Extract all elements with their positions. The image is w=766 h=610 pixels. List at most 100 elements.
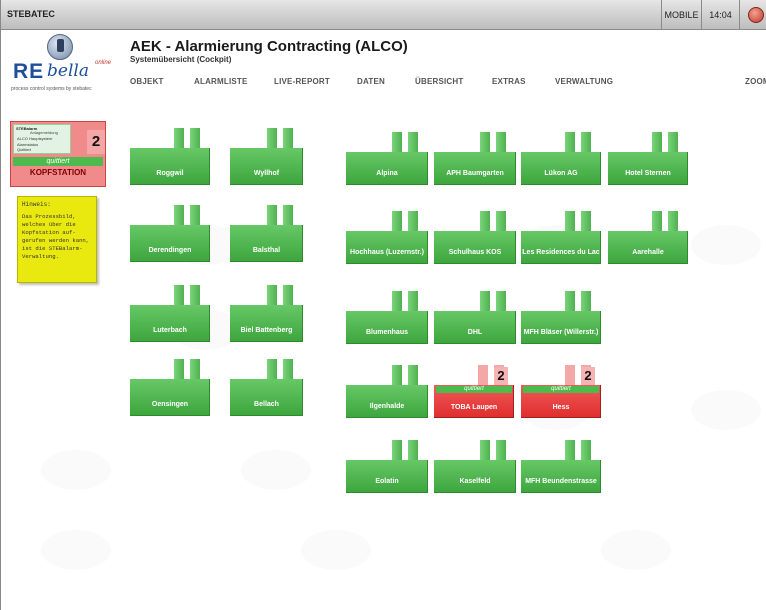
kopf-line3: Quittiert	[17, 147, 32, 152]
alarm-count-badge: 2	[87, 130, 105, 154]
chimney-icon	[174, 128, 184, 148]
station-body	[230, 148, 303, 185]
chimney-icon	[392, 132, 402, 152]
rebella-logo: RE bella online process control systems …	[11, 34, 115, 94]
station-tile[interactable]: Roggwil	[130, 128, 210, 185]
station-label: Hess	[552, 404, 570, 411]
chimney-icon	[668, 132, 678, 152]
chimney-icon	[408, 291, 418, 311]
station-label: Roggwil	[156, 170, 184, 177]
station-tile[interactable]: Eolatin	[346, 440, 428, 493]
station-tile[interactable]: MFH Beundenstrasse	[521, 440, 601, 493]
chimney-icon	[283, 205, 293, 225]
menu-live-report[interactable]: LIVE-REPORT	[274, 77, 330, 86]
station-tile[interactable]: Derendingen	[130, 205, 210, 262]
station-body	[434, 152, 516, 185]
page-title: AEK - Alarmierung Contracting (ALCO)	[130, 38, 408, 55]
station-label: Aarehalle	[632, 249, 664, 256]
station-tile[interactable]: Ilgenhalde	[346, 365, 428, 418]
chimney-icon	[581, 440, 591, 460]
chimney-icon	[267, 205, 277, 225]
station-tile[interactable]: Hotel Sternen	[608, 132, 688, 185]
chimney-icon	[480, 440, 490, 460]
station-tile[interactable]: Alpina	[346, 132, 428, 185]
station-tile[interactable]: Wyllhof	[230, 128, 303, 185]
logo-re: RE	[13, 60, 45, 83]
chimney-icon	[496, 211, 506, 231]
globe-icon	[47, 34, 73, 60]
station-label: Ilgenhalde	[369, 403, 405, 410]
station-tile[interactable]: Biel Battenberg	[230, 285, 303, 342]
station-tile[interactable]: 2 quittiert TOBA Laupen	[434, 365, 514, 418]
quittiert-status: quittiert	[436, 386, 512, 393]
station-tile[interactable]: Kaselfeld	[434, 440, 516, 493]
station-body	[130, 148, 210, 185]
station-label: APH Baumgarten	[446, 170, 504, 177]
power-icon	[748, 7, 764, 23]
chimney-icon	[581, 291, 591, 311]
app-brand: STEBATEC	[7, 9, 55, 19]
station-label: Balsthal	[252, 247, 281, 254]
station-tile[interactable]: Aarehalle	[608, 211, 688, 264]
page-subtitle: Systemübersicht (Cockpit)	[130, 55, 232, 64]
chimney-icon	[478, 365, 488, 385]
station-tile[interactable]: Schulhaus KOS	[434, 211, 516, 264]
station-tile[interactable]: Hochhaus (Luzernstr.)	[346, 211, 428, 264]
alarm-count-badge: 2	[494, 367, 508, 385]
station-label: Eolatin	[375, 478, 399, 485]
station-body	[346, 385, 428, 418]
chimney-icon	[392, 291, 402, 311]
station-label: Blumenhaus	[365, 329, 408, 336]
station-tile[interactable]: Blumenhaus	[346, 291, 428, 344]
station-tile[interactable]: DHL	[434, 291, 516, 344]
chimney-icon	[581, 211, 591, 231]
mobile-button[interactable]: MOBILE	[661, 0, 701, 30]
hint-body: Das Prozessbild, welches über die Kopfst…	[22, 213, 90, 260]
station-label: Hotel Sternen	[625, 170, 671, 177]
chimney-icon	[190, 359, 200, 379]
station-tile[interactable]: Lükon AG	[521, 132, 601, 185]
top-bar: STEBATEC MOBILE 14:04	[1, 0, 766, 30]
station-body	[346, 460, 428, 493]
chimney-icon	[496, 132, 506, 152]
chimney-icon	[480, 132, 490, 152]
station-body	[130, 225, 210, 262]
menu-uebersicht[interactable]: ÜBERSICHT	[415, 77, 463, 86]
chimney-icon	[174, 205, 184, 225]
station-tile[interactable]: Oensingen	[130, 359, 210, 416]
chimney-icon	[267, 285, 277, 305]
kopf-panel-sub: Anlagemeldung	[30, 130, 58, 135]
kopf-line1: ALCO Hauptsystem	[17, 136, 53, 141]
station-body	[346, 311, 428, 344]
menu-extras[interactable]: EXTRAS	[492, 77, 526, 86]
station-body	[130, 379, 210, 416]
logo-bella: bella	[47, 61, 89, 81]
station-tile[interactable]: Luterbach	[130, 285, 210, 342]
station-label: Hochhaus (Luzernstr.)	[350, 249, 424, 256]
menu-alarmliste[interactable]: ALARMLISTE	[194, 77, 248, 86]
menu-verwaltung[interactable]: VERWALTUNG	[555, 77, 613, 86]
station-label: DHL	[467, 329, 483, 336]
chimney-icon	[190, 205, 200, 225]
menu-daten[interactable]: DATEN	[357, 77, 385, 86]
chimney-icon	[392, 440, 402, 460]
chimney-icon	[565, 132, 575, 152]
station-label: MFH Bläser (Willerstr.)	[523, 329, 599, 336]
logout-button[interactable]	[739, 0, 766, 30]
station-tile[interactable]: Balsthal	[230, 205, 303, 262]
station-tile[interactable]: Les Residences du Lac	[521, 211, 601, 264]
chimney-icon	[283, 128, 293, 148]
menu-objekt[interactable]: OBJEKT	[130, 77, 164, 86]
station-tile[interactable]: 2 quittiert Hess	[521, 365, 601, 418]
station-tile[interactable]: APH Baumgarten	[434, 132, 516, 185]
kopfstation-tile[interactable]: STEBalarm Anlagemeldung ALCO Hauptsystem…	[10, 121, 106, 187]
station-tile[interactable]: Bellach	[230, 359, 303, 416]
chimney-icon	[652, 132, 662, 152]
station-tile[interactable]: MFH Bläser (Willerstr.)	[521, 291, 601, 344]
station-body	[230, 225, 303, 262]
chimney-icon	[190, 285, 200, 305]
menu-zoom[interactable]: ZOOM	[745, 77, 766, 86]
hint-heading: Hinweis:	[22, 201, 51, 208]
chimney-icon	[408, 440, 418, 460]
station-label: Schulhaus KOS	[448, 249, 502, 256]
